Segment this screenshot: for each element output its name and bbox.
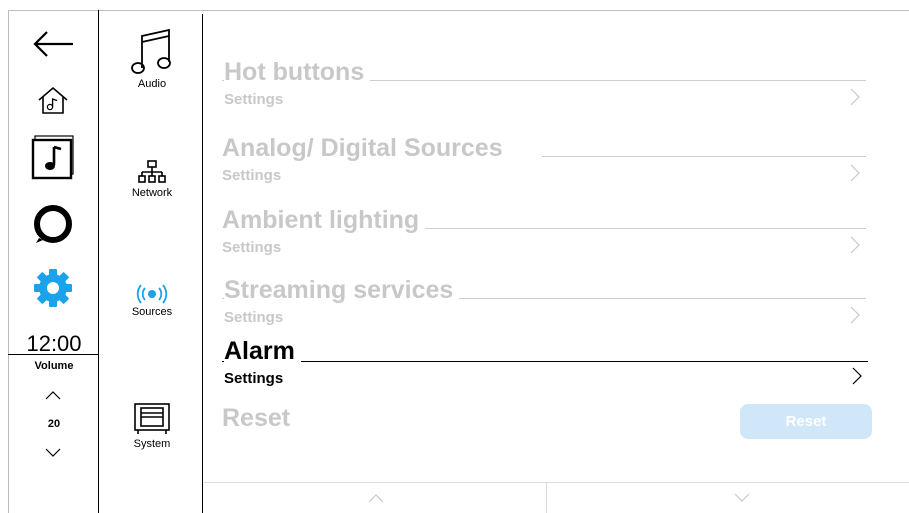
chevron-right-icon — [850, 306, 860, 324]
broadcast-icon — [136, 284, 168, 304]
row-subtitle: Settings — [222, 167, 282, 184]
alexa-button[interactable] — [24, 202, 82, 246]
chevron-right-icon — [850, 88, 860, 106]
row-hot-buttons[interactable]: Hot buttons Settings — [222, 58, 872, 118]
alexa-ring-icon — [34, 205, 72, 243]
back-arrow-icon — [33, 31, 73, 57]
volume-up-button[interactable] — [30, 384, 76, 406]
row-subtitle: Settings — [222, 239, 282, 256]
submenu-network[interactable]: Network — [110, 159, 194, 199]
row-title: Ambient lighting — [222, 206, 426, 235]
row-streaming-services[interactable]: Streaming services Settings — [222, 276, 872, 336]
row-subtitle: Settings — [224, 309, 284, 326]
chevron-up-icon — [45, 391, 61, 400]
chevron-right-icon — [852, 367, 862, 385]
row-subtitle: Settings — [224, 370, 284, 387]
frame-left-border — [8, 10, 9, 513]
submenu-network-label: Network — [131, 187, 173, 199]
row-rule — [542, 156, 866, 157]
reset-button[interactable]: Reset — [740, 404, 872, 439]
volume-down-button[interactable] — [30, 442, 76, 464]
chevron-right-icon — [850, 164, 860, 182]
back-button[interactable] — [24, 26, 82, 62]
bottom-divider — [204, 482, 909, 483]
home-music-icon — [38, 86, 68, 114]
chevron-right-icon — [850, 236, 860, 254]
home-button[interactable] — [24, 84, 82, 116]
chevron-down-icon — [734, 493, 750, 502]
row-title: Streaming services — [224, 276, 460, 305]
submenu-divider — [202, 14, 203, 513]
row-title: Alarm — [224, 337, 301, 366]
chevron-down-icon — [45, 448, 61, 457]
row-alarm[interactable]: Alarm Settings — [222, 337, 872, 397]
clock: 12:00 — [26, 331, 82, 356]
submenu-audio-label: Audio — [137, 78, 167, 90]
bottom-separator — [546, 482, 547, 513]
row-ambient-lighting[interactable]: Ambient lighting Settings — [222, 206, 872, 266]
music-button[interactable] — [24, 134, 82, 180]
submenu-sources[interactable]: Sources — [110, 284, 194, 318]
rail-divider — [98, 10, 99, 513]
system-device-icon — [134, 403, 170, 434]
submenu-sources-label: Sources — [131, 306, 173, 318]
submenu-audio[interactable]: Audio — [110, 26, 194, 90]
row-analog-digital-sources[interactable]: Analog/ Digital Sources Settings — [222, 134, 872, 194]
frame-top-border — [8, 10, 909, 11]
row-title: Hot buttons — [224, 58, 371, 87]
volume-value: 20 — [47, 418, 61, 430]
volume-label: Volume — [34, 360, 74, 372]
music-note-icon — [31, 135, 74, 180]
row-subtitle: Settings — [224, 91, 284, 108]
scroll-down-button[interactable] — [722, 486, 762, 510]
submenu-system-label: System — [133, 438, 171, 450]
network-icon — [138, 160, 166, 183]
row-rule — [222, 361, 868, 362]
settings-button[interactable] — [24, 266, 82, 310]
gear-icon — [34, 269, 72, 307]
music-notes-icon — [131, 28, 171, 74]
row-title: Analog/ Digital Sources — [222, 134, 509, 163]
submenu-system[interactable]: System — [110, 402, 194, 450]
scroll-up-button[interactable] — [356, 486, 396, 510]
chevron-up-icon — [368, 494, 384, 503]
reset-title: Reset — [222, 404, 291, 432]
